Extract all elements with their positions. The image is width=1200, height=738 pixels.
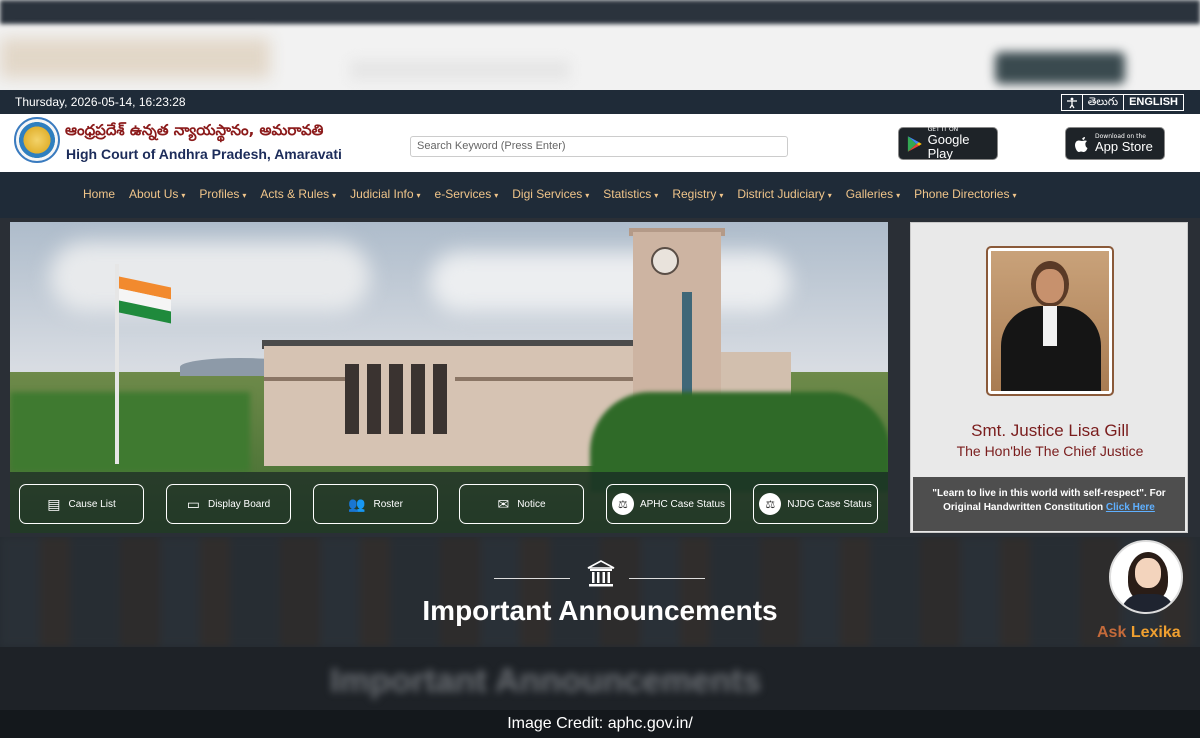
njdg-case-status-label: NJDG Case Status bbox=[787, 498, 872, 510]
monitor-icon: ▭ bbox=[186, 496, 200, 512]
google-play-big: Google Play bbox=[927, 132, 970, 161]
hero-banner: ▤ Cause List ▭ Display Board 👥 Roster ✉ … bbox=[10, 222, 888, 533]
ap-emblem-logo[interactable] bbox=[14, 117, 60, 163]
blurred-background-top bbox=[0, 0, 1200, 90]
nav-item-phone-directories[interactable]: Phone Directories ▾ bbox=[914, 187, 1016, 201]
divider-left bbox=[494, 578, 570, 579]
aphc-case-status-label: APHC Case Status bbox=[639, 498, 726, 510]
nav-item-label: Phone Directories bbox=[914, 187, 1010, 201]
quick-links-bar: ▤ Cause List ▭ Display Board 👥 Roster ✉ … bbox=[10, 472, 888, 533]
nav-item-galleries[interactable]: Galleries ▾ bbox=[846, 187, 900, 201]
nav-item-label: Registry bbox=[672, 187, 717, 201]
nav-item-label: Profiles bbox=[199, 187, 240, 201]
lexika-text: Lexika bbox=[1130, 624, 1181, 641]
nav-item-acts-rules[interactable]: Acts & Rules ▾ bbox=[260, 187, 336, 201]
site-header: ఆంధ్రప్రదేశ్ ఉన్నత న్యాయస్థానం, అమరావతి … bbox=[0, 114, 1200, 172]
nav-item-statistics[interactable]: Statistics ▾ bbox=[603, 187, 658, 201]
display-board-button[interactable]: ▭ Display Board bbox=[166, 484, 291, 524]
chevron-down-icon: ▾ bbox=[896, 191, 901, 200]
nav-item-label: Judicial Info bbox=[350, 187, 414, 201]
chevron-down-icon: ▾ bbox=[181, 191, 186, 200]
chevron-down-icon: ▾ bbox=[827, 191, 832, 200]
app-store-big: App Store bbox=[1095, 139, 1153, 154]
courthouse-icon bbox=[587, 560, 615, 587]
chevron-down-icon: ▾ bbox=[332, 191, 337, 200]
ask-text: Ask bbox=[1097, 624, 1127, 641]
app-store-badge[interactable]: Download on the App Store bbox=[1065, 127, 1165, 160]
google-play-badge[interactable]: GET IT ON Google Play bbox=[898, 126, 998, 161]
cause-list-label: Cause List bbox=[68, 498, 116, 510]
nav-item-registry[interactable]: Registry ▾ bbox=[672, 187, 723, 201]
nav-item-label: Digi Services bbox=[512, 187, 583, 201]
chevron-down-icon: ▾ bbox=[416, 191, 421, 200]
site-title-english[interactable]: High Court of Andhra Pradesh, Amaravati bbox=[66, 146, 342, 162]
nav-item-label: e-Services bbox=[434, 187, 492, 201]
datetime: Thursday, 2026-05-14, 16:23:28 bbox=[15, 95, 186, 109]
njdg-case-status-button[interactable]: ⚖ NJDG Case Status bbox=[753, 484, 878, 524]
nav-item-label: Statistics bbox=[603, 187, 652, 201]
nav-item-label: About Us bbox=[129, 187, 179, 201]
play-store-icon bbox=[907, 135, 922, 152]
document-icon: ▤ bbox=[47, 496, 61, 512]
chevron-down-icon: ▾ bbox=[242, 191, 247, 200]
nav-item-district-judiciary[interactable]: District Judiciary ▾ bbox=[737, 187, 831, 201]
nav-item-e-services[interactable]: e-Services ▾ bbox=[435, 187, 499, 201]
info-bar: Thursday, 2026-05-14, 16:23:28 తెలుగు EN… bbox=[0, 90, 1200, 114]
main-nav: Home About Us ▾ Profiles ▾ Acts & Rules ▾ Judic… bbox=[0, 172, 1200, 218]
nav-item-label: District Judiciary bbox=[737, 187, 825, 201]
nav-item-profiles[interactable]: Profiles ▾ bbox=[199, 187, 246, 201]
scales-icon: ⚖ bbox=[611, 493, 634, 515]
nav-item-label: Galleries bbox=[845, 187, 894, 201]
chief-justice-photo bbox=[986, 246, 1114, 396]
roster-button[interactable]: 👥 Roster bbox=[313, 484, 438, 524]
chevron-down-icon: ▾ bbox=[1012, 191, 1017, 200]
accessibility-icon[interactable] bbox=[1062, 95, 1082, 110]
nav-item-label: Home bbox=[83, 187, 116, 201]
blurred-announcements-title: Important Announcements bbox=[330, 662, 762, 700]
nav-item-digi-services[interactable]: Digi Services ▾ bbox=[512, 187, 589, 201]
click-here-link[interactable]: Click Here bbox=[1106, 502, 1155, 513]
language-english-link[interactable]: ENGLISH bbox=[1123, 95, 1183, 110]
notice-label: Notice bbox=[517, 498, 546, 510]
constitution-quote: "Learn to live in this world with self-r… bbox=[913, 477, 1185, 531]
display-board-label: Display Board bbox=[207, 498, 271, 510]
chief-justice-name: Smt. Justice Lisa Gill bbox=[971, 421, 1129, 440]
nav-item-home[interactable]: Home bbox=[83, 187, 115, 201]
chevron-down-icon: ▾ bbox=[719, 191, 724, 200]
site-title-telugu[interactable]: ఆంధ్రప్రదేశ్ ఉన్నత న్యాయస్థానం, అమరావతి bbox=[65, 121, 323, 143]
chevron-down-icon: ▾ bbox=[585, 191, 590, 200]
nav-item-judicial-info[interactable]: Judicial Info ▾ bbox=[350, 187, 420, 201]
divider-right bbox=[629, 578, 705, 579]
chief-justice-title: The Hon'ble The Chief Justice bbox=[956, 443, 1144, 459]
language-telugu-link[interactable]: తెలుగు bbox=[1081, 95, 1123, 110]
people-icon: 👥 bbox=[348, 496, 366, 512]
language-switcher: తెలుగు ENGLISH bbox=[1060, 94, 1184, 111]
search-input[interactable]: Search Keyword (Press Enter) bbox=[410, 136, 788, 157]
image-credit: Image Credit: aphc.gov.in/ bbox=[0, 710, 1200, 738]
page: Thursday, 2026-05-14, 16:23:28 తెలుగు EN… bbox=[0, 0, 1200, 738]
apple-icon bbox=[1075, 137, 1088, 152]
scales-icon: ⚖ bbox=[759, 493, 782, 515]
nav-item-label: Acts & Rules bbox=[260, 187, 330, 201]
aphc-case-status-button[interactable]: ⚖ APHC Case Status bbox=[606, 484, 731, 524]
chevron-down-icon: ▾ bbox=[494, 191, 499, 200]
cause-list-button[interactable]: ▤ Cause List bbox=[19, 484, 144, 524]
nav-item-about-us[interactable]: About Us ▾ bbox=[129, 187, 185, 201]
announcements-section: Important Announcements Important Announ… bbox=[0, 537, 1200, 710]
roster-label: Roster bbox=[373, 498, 403, 510]
chevron-down-icon: ▾ bbox=[654, 191, 659, 200]
announcements-title: Important Announcements bbox=[422, 595, 778, 626]
notice-button[interactable]: ✉ Notice bbox=[459, 484, 584, 524]
lexika-assistant-avatar[interactable] bbox=[1109, 540, 1183, 614]
chief-justice-panel: Smt. Justice Lisa Gill The Hon'ble The C… bbox=[910, 222, 1188, 533]
ask-lexika-label[interactable]: Ask Lexika bbox=[1097, 624, 1181, 642]
envelope-icon: ✉ bbox=[497, 496, 510, 512]
